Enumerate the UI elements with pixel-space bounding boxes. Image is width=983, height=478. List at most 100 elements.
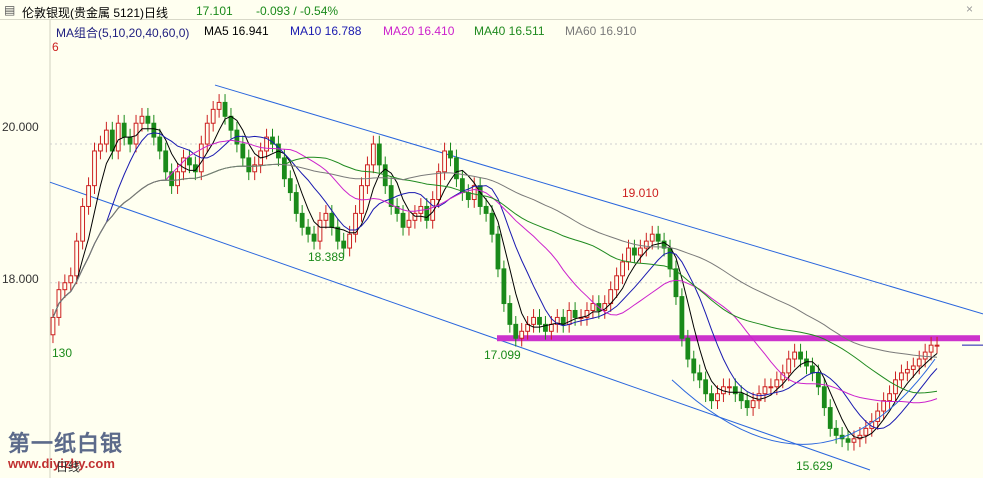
y-axis-label-18: 18.000 xyxy=(2,272,39,286)
candle-body xyxy=(187,157,192,166)
candle-body xyxy=(709,393,714,402)
candle-body xyxy=(477,185,483,207)
y-axis-label-20: 20.000 xyxy=(2,120,39,134)
candle-body xyxy=(442,150,447,173)
candle-body xyxy=(287,178,293,194)
candle-body xyxy=(68,275,74,284)
candle-body xyxy=(916,358,922,367)
candle-body xyxy=(845,438,851,443)
candle-body xyxy=(703,379,709,395)
candle-body xyxy=(637,247,643,256)
annotation-left-low: 130 xyxy=(52,346,73,360)
candle-body xyxy=(228,115,234,131)
annotation-low-c: 15.629 xyxy=(796,459,833,473)
candle-body xyxy=(157,136,163,152)
candle-body xyxy=(74,240,80,277)
candle-body xyxy=(424,205,430,221)
candle-body xyxy=(673,268,679,298)
candle-body xyxy=(86,185,91,207)
candle-body xyxy=(590,303,596,311)
candle-body xyxy=(928,344,934,353)
candle-body xyxy=(210,108,216,124)
candle-body xyxy=(246,157,252,173)
candle-body xyxy=(163,150,169,173)
candle-body xyxy=(744,400,750,409)
candle-body xyxy=(151,122,157,138)
candle-body xyxy=(347,233,353,249)
candle-body xyxy=(715,393,720,402)
candle-body xyxy=(792,351,798,360)
support-band xyxy=(497,335,980,342)
candle-body xyxy=(240,143,246,159)
candle-body xyxy=(649,233,655,242)
candle-body xyxy=(632,247,637,256)
watermark-brand: 第一纸白银 xyxy=(8,432,124,457)
candle-body xyxy=(115,122,121,152)
candle-body xyxy=(507,303,513,325)
candle-body xyxy=(572,309,578,318)
candle-body xyxy=(317,219,323,242)
candle-body xyxy=(667,247,673,270)
channel-upper xyxy=(214,84,983,315)
candle-body xyxy=(893,379,898,395)
channel-lower xyxy=(49,181,871,471)
candle-body xyxy=(495,233,501,270)
candle-body xyxy=(103,129,109,145)
candle-body xyxy=(750,400,756,409)
candle-body xyxy=(341,240,347,249)
candle-body xyxy=(614,275,620,291)
candle-body xyxy=(216,101,222,110)
candle-body xyxy=(483,205,489,214)
candle-body xyxy=(786,358,792,374)
candle-body xyxy=(887,393,892,402)
candle-body xyxy=(881,400,887,412)
candle-body xyxy=(139,115,145,124)
candle-body xyxy=(626,247,631,263)
candle-body xyxy=(519,330,525,339)
candle-body xyxy=(365,164,370,187)
candle-body xyxy=(293,192,299,214)
ma10-line xyxy=(52,132,938,430)
candle-body xyxy=(454,157,459,180)
candle-body xyxy=(821,386,827,409)
candle-body xyxy=(934,344,940,347)
candle-body xyxy=(863,427,869,436)
candle-body xyxy=(406,219,412,228)
candle-body xyxy=(643,240,649,249)
candle-body xyxy=(620,261,625,277)
candle-body xyxy=(204,122,210,145)
candle-body xyxy=(50,316,56,336)
candle-body xyxy=(726,386,732,389)
candle-body xyxy=(323,212,329,221)
candle-body xyxy=(513,323,519,339)
annotation-low-a: 18.389 xyxy=(308,250,345,264)
candle-body xyxy=(655,233,661,242)
candle-body xyxy=(910,365,916,370)
candle-body xyxy=(827,407,833,429)
candle-body xyxy=(471,185,477,201)
candle-body xyxy=(904,368,910,374)
candle-body xyxy=(815,372,821,388)
price-chart[interactable] xyxy=(0,0,983,478)
candle-body xyxy=(798,351,803,360)
candle-body xyxy=(768,386,774,389)
candle-body xyxy=(899,372,904,381)
annotation-low-b: 17.099 xyxy=(484,348,521,362)
candle-body xyxy=(531,316,536,325)
candle-body xyxy=(922,351,928,360)
annotation-high-b: 19.010 xyxy=(622,186,659,200)
candle-body xyxy=(400,212,406,228)
candle-body xyxy=(489,212,495,235)
candle-body xyxy=(305,226,311,235)
candle-body xyxy=(679,296,685,339)
annotation-high-left: 6 xyxy=(52,40,59,54)
candle-body xyxy=(388,185,394,207)
candle-body xyxy=(127,136,133,145)
candle-body xyxy=(738,393,744,402)
candle-body xyxy=(501,268,507,305)
candle-body xyxy=(370,143,376,166)
candle-body xyxy=(299,212,305,228)
candle-body xyxy=(62,282,68,291)
candle-body xyxy=(92,150,97,187)
candle-body xyxy=(685,337,691,360)
